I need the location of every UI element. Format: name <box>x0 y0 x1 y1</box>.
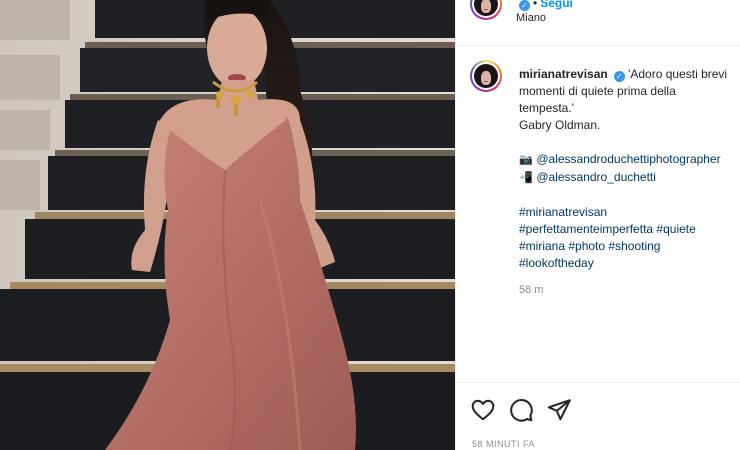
camera-emoji-icon: 📷 <box>519 154 533 166</box>
caption-username[interactable]: mirianatrevisan <box>519 67 608 81</box>
hashtag[interactable]: #shooting <box>608 239 660 253</box>
hashtag[interactable]: #perfettamenteimperfetta <box>519 222 653 236</box>
caption-section: mirianatrevisan ✓ 'Adoro questi brevi mom… <box>456 46 740 382</box>
comment-icon <box>510 399 533 422</box>
separator-dot: • <box>533 0 538 10</box>
action-bar: 58 MINUTI FA <box>456 382 740 450</box>
caption-line: mirianatrevisan ✓ 'Adoro questi brevi <box>519 66 740 83</box>
verified-badge-icon: ✓ <box>519 0 530 11</box>
hashtag[interactable]: #photo <box>568 239 605 253</box>
credit-line: 📷 @alessandroduchettiphotographer <box>519 151 740 169</box>
hashtag[interactable]: #mirianatrevisan <box>519 205 607 219</box>
post-sidebar: mirianatrevisan✓•Segui Miano mirianatrev… <box>455 0 740 450</box>
hashtag-line: #miriana #photo #shooting <box>519 238 740 255</box>
send-icon <box>547 399 571 421</box>
post-header: mirianatrevisan ✓•Segui Miano <box>456 0 740 46</box>
avatar[interactable] <box>470 0 502 20</box>
share-button[interactable] <box>546 397 572 423</box>
hashtag[interactable]: #miriana <box>519 239 565 253</box>
follow-button[interactable]: Segui <box>540 0 573 10</box>
caption-text: mirianatrevisan ✓ 'Adoro questi brevi mom… <box>519 66 740 272</box>
second-mention[interactable]: @alessandro_duchetti <box>536 170 656 184</box>
hashtag-line: #perfettamenteimperfetta #quiete <box>519 221 740 238</box>
comment-button[interactable] <box>508 397 534 423</box>
verified-badge-icon: ✓ <box>613 71 625 82</box>
header-user-row: mirianatrevisan ✓•Segui <box>516 0 665 12</box>
credit-line: 📲 @alessandro_duchetti <box>519 169 740 187</box>
caption-line: Gabry Oldman. <box>519 118 601 132</box>
hashtag[interactable]: #quiete <box>656 222 695 236</box>
hashtag[interactable]: #lookoftheday <box>519 256 594 270</box>
heart-icon <box>471 399 495 421</box>
phone-emoji-icon: 📲 <box>519 172 533 184</box>
caption-line: momenti di quiete prima della <box>519 84 676 98</box>
hashtag-line: #lookoftheday <box>519 255 740 272</box>
caption-quote-start: 'Adoro questi brevi <box>628 67 728 81</box>
like-button[interactable] <box>470 397 496 423</box>
post-photo[interactable] <box>0 0 455 450</box>
hashtag-line: #mirianatrevisan <box>519 204 740 221</box>
caption-line: tempesta.' <box>519 101 574 115</box>
location-link[interactable]: Miano <box>516 12 546 24</box>
photographer-mention[interactable]: @alessandroduchettiphotographer <box>536 152 720 166</box>
header-username[interactable]: mirianatrevisan <box>576 0 665 2</box>
caption-timestamp[interactable]: 58 m <box>519 284 543 296</box>
caption-avatar[interactable] <box>470 60 502 92</box>
post-date[interactable]: 58 MINUTI FA <box>472 439 535 449</box>
photo-image <box>0 0 455 450</box>
